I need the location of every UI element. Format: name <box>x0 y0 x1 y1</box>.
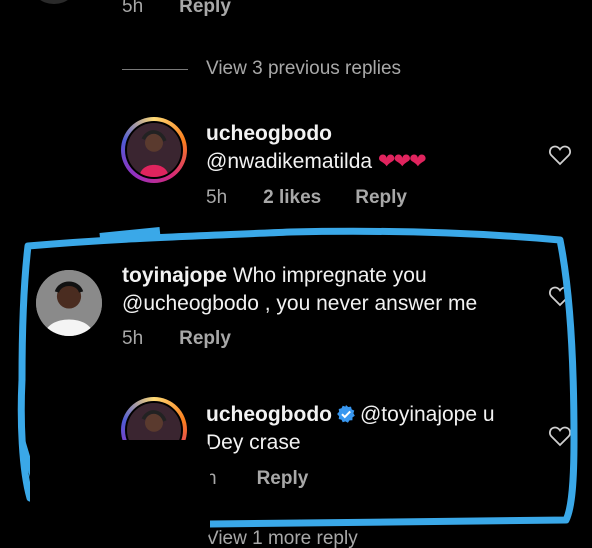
comments-screen: 5h Reply View 3 previous replies ucheogb… <box>0 0 592 548</box>
comment-3-meta: h Reply <box>206 468 308 490</box>
avatar-ucheogbodo[interactable] <box>121 117 187 183</box>
comment-2-line2: @ucheogbodo , you never answer me <box>122 292 478 315</box>
comment-2-text: toyinajope Who impregnate you @ucheogbod… <box>122 262 477 318</box>
top-reply-button[interactable]: Reply <box>179 0 231 18</box>
comment-2-meta: 5h Reply <box>122 328 231 350</box>
comment-1-username[interactable]: ucheogbodo <box>206 122 332 145</box>
comment-2-time: 5h <box>122 328 144 349</box>
heart-outline-icon[interactable] <box>548 144 572 166</box>
comment-3-text: ucheogbodo @toyinajope u Dey crase <box>206 401 495 457</box>
comment-1-mention[interactable]: @nwadikematilda <box>206 150 372 173</box>
comment-1-text: ucheogbodo @nwadikematilda ❤❤❤ <box>206 120 427 176</box>
comment-1-likes[interactable]: 2 likes <box>263 187 321 209</box>
comment-3-mention[interactable]: @toyinajope u <box>360 403 495 426</box>
comment-2-reply-button[interactable]: Reply <box>179 328 231 350</box>
verified-badge-icon <box>337 405 355 423</box>
comment-1-time: 5h <box>206 187 228 208</box>
comment-1-reply-button[interactable]: Reply <box>355 187 407 209</box>
top-comment-time: 5h <box>122 0 144 17</box>
top-comment-meta: 5h Reply <box>122 0 231 18</box>
avatar-image <box>127 123 181 177</box>
view-previous-replies[interactable]: View 3 previous replies <box>122 58 401 80</box>
avatar-image <box>36 270 102 336</box>
avatar-partial-top <box>30 0 78 4</box>
view-previous-replies-label: View 3 previous replies <box>206 58 402 79</box>
view-more-replies[interactable]: View 1 more reply <box>206 528 358 548</box>
view-more-replies-label: View 1 more reply <box>206 528 358 548</box>
avatar-toyinajope[interactable] <box>36 270 102 336</box>
heart-outline-icon[interactable] <box>548 425 572 447</box>
comment-2-line1: Who impregnate you <box>232 264 427 287</box>
divider <box>122 68 188 70</box>
comment-2-username[interactable]: toyinajope <box>122 264 227 287</box>
comment-3-reply-button[interactable]: Reply <box>257 468 309 490</box>
scribble-redaction <box>30 440 210 540</box>
heart-outline-icon[interactable] <box>548 285 572 307</box>
comment-1-meta: 5h 2 likes Reply <box>206 187 407 209</box>
comment-3-username[interactable]: ucheogbodo <box>206 403 332 426</box>
comment-1-hearts: ❤❤❤ <box>377 150 427 173</box>
comment-3-line2: Dey crase <box>206 431 301 454</box>
